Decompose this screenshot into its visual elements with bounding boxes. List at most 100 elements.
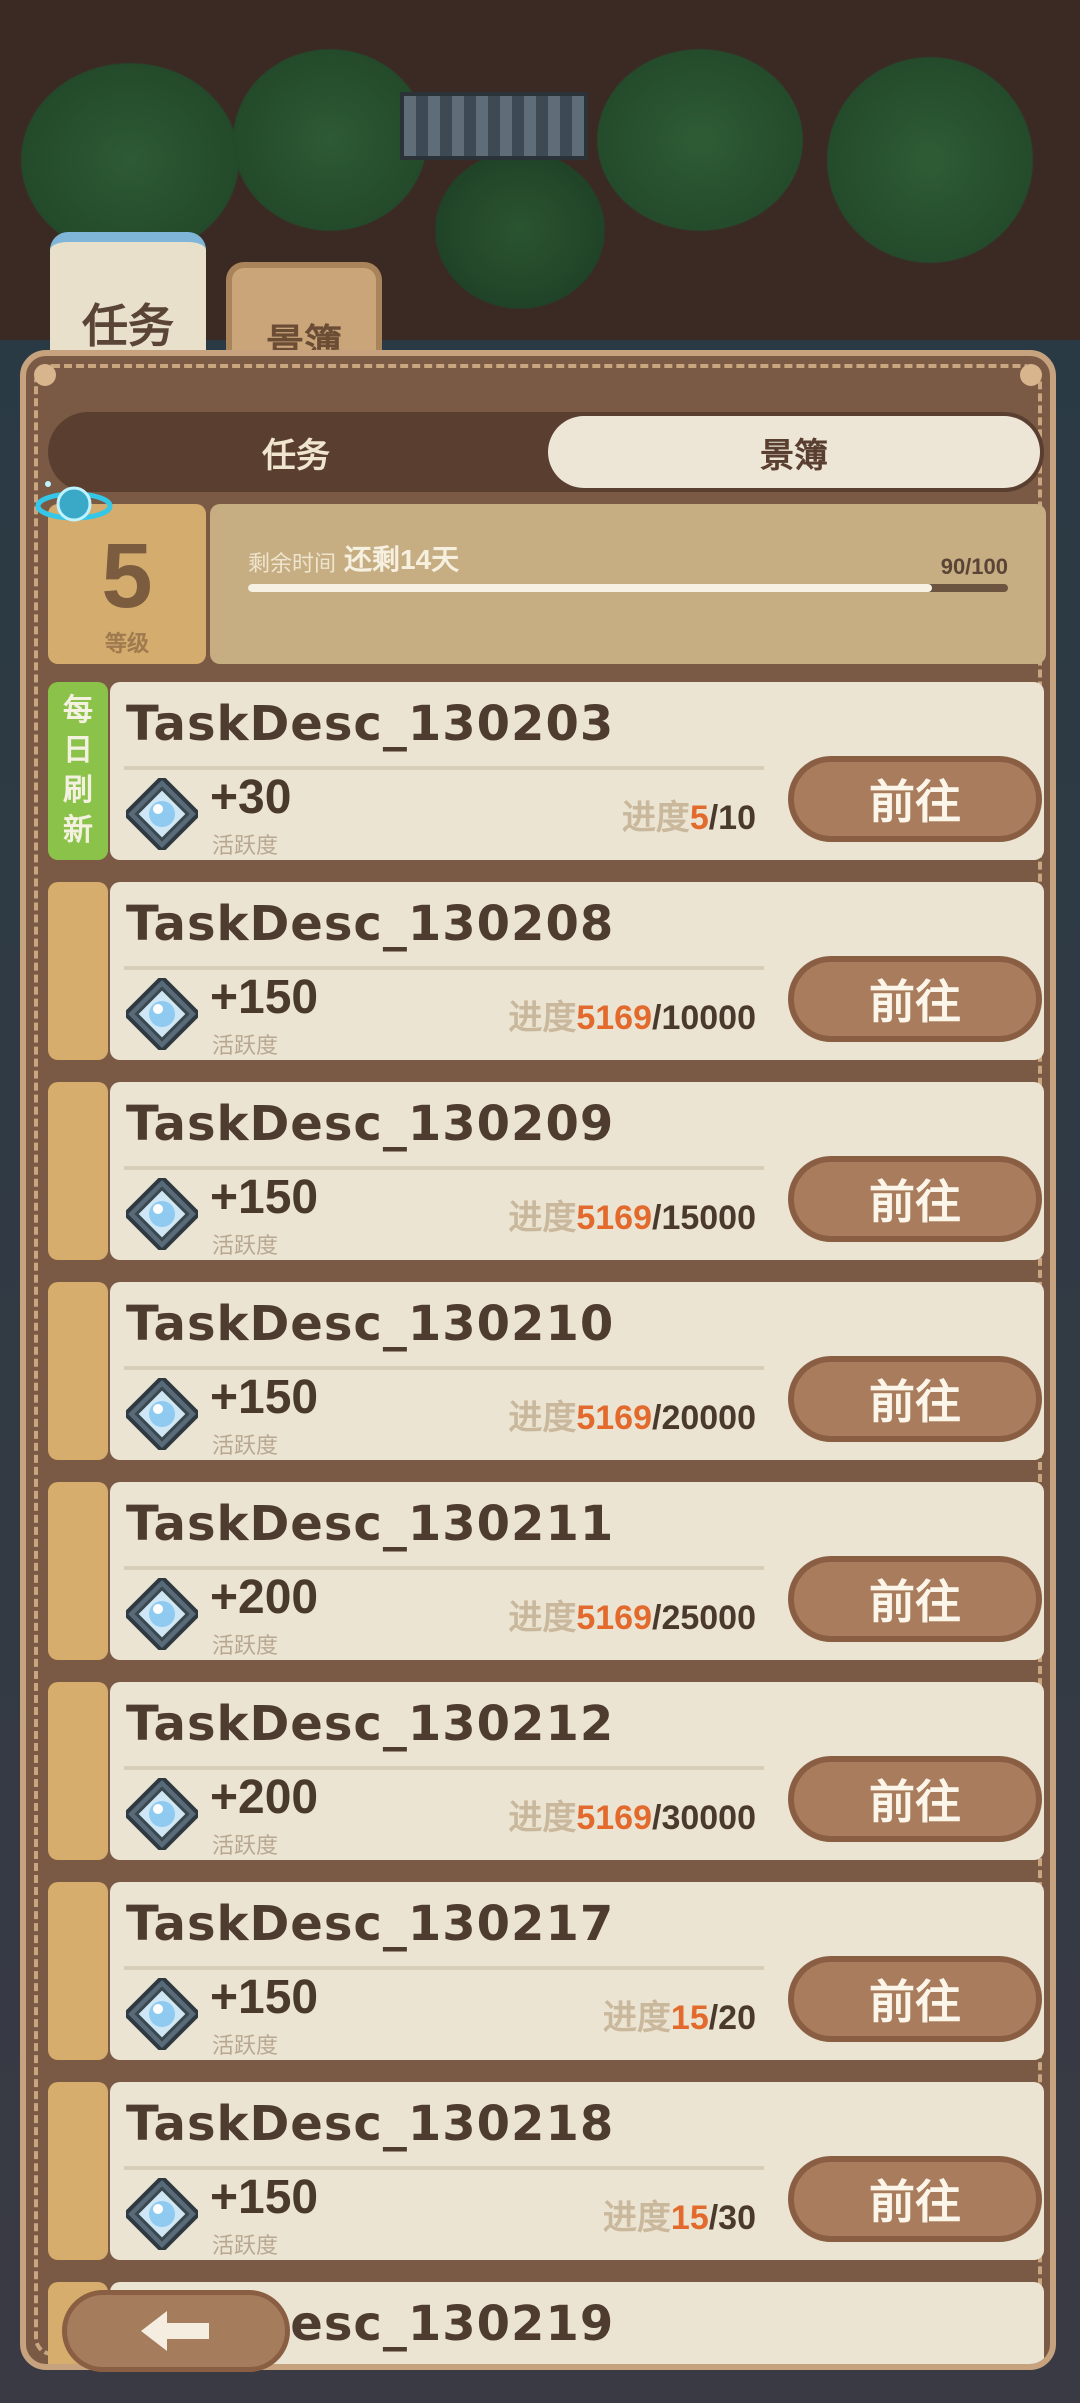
go-button[interactable]: 前往 — [788, 1756, 1042, 1842]
awning-decoration — [400, 92, 588, 160]
season-progress-track — [248, 584, 1008, 592]
reward-label: 活跃度 — [212, 1833, 279, 1858]
level-value: 5 — [101, 525, 153, 627]
task-row: TaskDesc_130208 +150 活跃度 进度5169/10000 前往 — [48, 882, 1044, 1060]
task-card: TaskDesc_130210 +150 活跃度 进度5169/20000 前往 — [110, 1282, 1044, 1460]
task-progress: 进度5/10 — [622, 790, 756, 839]
progress-current: 5 — [689, 799, 709, 837]
progress-total: /30000 — [652, 1799, 756, 1837]
progress-total: /25000 — [652, 1599, 756, 1637]
task-row: TaskDesc_130218 +150 活跃度 进度15/30 前往 — [48, 2082, 1044, 2260]
back-button[interactable] — [62, 2290, 290, 2372]
task-tag — [48, 2082, 108, 2260]
task-card: TaskDesc_130203 +30 活跃度 进度5/10 前往 — [110, 682, 1044, 860]
go-button[interactable]: 前往 — [788, 2156, 1042, 2242]
reward-amount: +150 — [210, 1371, 319, 1424]
gem-icon — [122, 974, 202, 1054]
remaining-time-label: 剩余时间 — [248, 551, 337, 576]
progress-label: 进度 — [508, 1799, 577, 1837]
reward-label: 活跃度 — [212, 1033, 279, 1058]
corner-stud — [1020, 364, 1042, 386]
segment-tasks[interactable]: 任务 — [48, 412, 544, 492]
task-row: TaskDesc_130209 +150 活跃度 进度5169/15000 前往 — [48, 1082, 1044, 1260]
daily-refresh-char: 每 — [63, 694, 93, 727]
task-row: TaskDesc_130211 +200 活跃度 进度5169/25000 前往 — [48, 1482, 1044, 1660]
task-row: TaskDesc_130217 +150 活跃度 进度15/20 前往 — [48, 1882, 1044, 2060]
task-tag — [48, 1082, 108, 1260]
progress-current: 5169 — [576, 1599, 652, 1637]
tab-scenery[interactable]: 景簿 — [226, 262, 382, 365]
go-button[interactable]: 前往 — [788, 956, 1042, 1042]
progress-current: 5169 — [576, 1199, 652, 1237]
progress-total: /20 — [708, 1999, 756, 2037]
progress-label: 进度 — [621, 799, 690, 837]
go-button[interactable]: 前往 — [788, 1956, 1042, 2042]
season-progress: 剩余时间 还剩14天 90/100 — [210, 504, 1046, 664]
task-progress: 进度15/20 — [603, 1990, 756, 2039]
season-progress-fill — [248, 584, 932, 592]
task-title: TaskDesc_130218 — [126, 2096, 615, 2152]
reward-amount: +200 — [210, 1571, 319, 1624]
reward-amount: +150 — [210, 971, 319, 1024]
task-tag — [48, 1682, 108, 1860]
progress-current: 5169 — [576, 999, 652, 1037]
task-progress: 进度5169/20000 — [508, 1390, 756, 1439]
season-progress-count: 90/100 — [940, 554, 1008, 579]
task-row: TaskDesc_130212 +200 活跃度 进度5169/30000 前往 — [48, 1682, 1044, 1860]
reward-amount: +200 — [210, 1771, 319, 1824]
task-row: TaskDesc_130210 +150 活跃度 进度5169/20000 前往 — [48, 1282, 1044, 1460]
task-card: TaskDesc_130209 +150 活跃度 进度5169/15000 前往 — [110, 1082, 1044, 1260]
progress-total: /10000 — [652, 999, 756, 1037]
task-progress: 进度5169/10000 — [508, 990, 756, 1039]
task-title: TaskDesc_130210 — [126, 1296, 615, 1352]
task-card: TaskDesc_130218 +150 活跃度 进度15/30 前往 — [110, 2082, 1044, 2260]
task-title: TaskDesc_130203 — [126, 696, 615, 752]
task-tag — [48, 1282, 108, 1460]
progress-label: 进度 — [508, 1199, 577, 1237]
task-progress: 进度5169/15000 — [508, 1190, 756, 1239]
task-row: 每日刷新 TaskDesc_130203 +30 活跃度 进度5/10 前往 — [48, 682, 1044, 860]
go-button[interactable]: 前往 — [788, 1556, 1042, 1642]
back-arrow-icon — [141, 2311, 209, 2351]
reward-amount: +150 — [210, 1971, 319, 2024]
progress-label: 进度 — [508, 1599, 577, 1637]
progress-current: 5169 — [576, 1799, 652, 1837]
task-card: TaskDesc_130217 +150 活跃度 进度15/20 前往 — [110, 1882, 1044, 2060]
task-tag — [48, 1482, 108, 1660]
daily-refresh-char: 刷 — [63, 774, 93, 807]
task-card: TaskDesc_130212 +200 活跃度 进度5169/30000 前往 — [110, 1682, 1044, 1860]
gem-icon — [122, 1974, 202, 2054]
progress-label: 进度 — [602, 1999, 671, 2037]
tab-tasks[interactable]: 任务 — [50, 232, 206, 362]
progress-label: 进度 — [508, 999, 577, 1037]
task-card: TaskDesc_130211 +200 活跃度 进度5169/25000 前往 — [110, 1482, 1044, 1660]
task-tag — [48, 882, 108, 1060]
progress-label: 进度 — [602, 2199, 671, 2237]
remaining-time-value: 还剩14天 — [344, 544, 460, 575]
progress-total: /30 — [708, 2199, 756, 2237]
reward-label: 活跃度 — [212, 1233, 279, 1258]
progress-label: 进度 — [508, 1399, 577, 1437]
go-button[interactable]: 前往 — [788, 756, 1042, 842]
go-button[interactable]: 前往 — [788, 1356, 1042, 1442]
reward-label: 活跃度 — [212, 2033, 279, 2058]
level-badge: 5 等级 — [35, 481, 206, 664]
segment-scenery[interactable]: 景簿 — [548, 416, 1040, 488]
go-button[interactable]: 前往 — [788, 1156, 1042, 1242]
progress-total: /10 — [708, 799, 756, 837]
task-progress: 进度5169/25000 — [508, 1590, 756, 1639]
segment-control: 任务 景簿 — [48, 412, 1044, 492]
task-panel: 任务 景簿 5 等级 剩余时间 还剩14天 90/100 每日刷新 TaskDes… — [20, 350, 1056, 2370]
corner-stud — [34, 364, 56, 386]
task-title: TaskDesc_130217 — [126, 1896, 615, 1952]
task-tag: 每日刷新 — [48, 682, 108, 860]
progress-current: 5169 — [576, 1399, 652, 1437]
task-title: TaskDesc_130208 — [126, 896, 615, 952]
progress-total: /20000 — [652, 1399, 756, 1437]
progress-current: 15 — [670, 1999, 709, 2037]
reward-label: 活跃度 — [212, 1633, 279, 1658]
daily-refresh-char: 日 — [63, 734, 93, 767]
gem-icon — [122, 774, 202, 854]
progress-total: /15000 — [652, 1199, 756, 1237]
level-label: 等级 — [104, 631, 149, 656]
